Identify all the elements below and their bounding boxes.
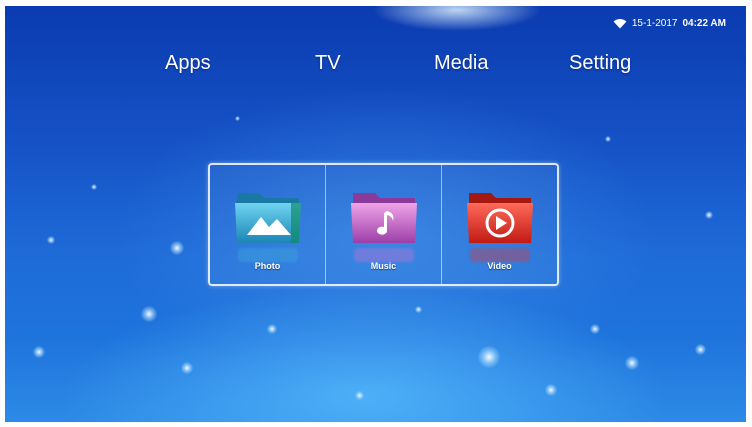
background-sparkle bbox=[605, 136, 611, 142]
background-sparkle bbox=[33, 346, 45, 358]
icon-reflection bbox=[469, 248, 530, 262]
media-tile-photo[interactable]: Photo bbox=[210, 165, 325, 284]
music-folder-icon bbox=[350, 193, 417, 243]
background-sparkle bbox=[141, 306, 157, 322]
video-folder-icon bbox=[466, 193, 533, 243]
media-tile-label: Music bbox=[370, 261, 397, 271]
top-nav: Apps TV Media Setting bbox=[5, 52, 746, 82]
media-tile-label: Photo bbox=[254, 261, 281, 271]
background-sparkle bbox=[267, 324, 277, 334]
background-sparkle bbox=[91, 184, 97, 190]
photo-folder-icon bbox=[234, 193, 301, 243]
media-tile-music[interactable]: Music bbox=[325, 165, 441, 284]
background-sparkle bbox=[478, 346, 500, 368]
wifi-icon bbox=[613, 18, 627, 28]
nav-item-apps[interactable]: Apps bbox=[165, 52, 211, 75]
background-sparkle bbox=[590, 324, 600, 334]
icon-reflection bbox=[237, 248, 298, 262]
media-tile-label: Video bbox=[487, 261, 512, 271]
background-sparkle bbox=[705, 211, 713, 219]
nav-item-setting[interactable]: Setting bbox=[569, 52, 631, 75]
status-time: 04:22 AM bbox=[682, 18, 726, 29]
background-sparkle bbox=[545, 384, 557, 396]
status-bar: 15-1-2017 04:22 AM bbox=[613, 18, 726, 29]
status-date: 15-1-2017 bbox=[631, 18, 678, 29]
background-sparkle bbox=[355, 391, 364, 400]
background-sparkle bbox=[415, 306, 422, 313]
nav-item-tv[interactable]: TV bbox=[315, 52, 341, 75]
media-tile-panel: Photo Music Video bbox=[208, 163, 559, 286]
background-sparkle bbox=[625, 356, 639, 370]
background-sparkle bbox=[181, 362, 193, 374]
icon-reflection bbox=[353, 248, 414, 262]
background-sparkle bbox=[170, 241, 184, 255]
media-tile-video[interactable]: Video bbox=[441, 165, 557, 284]
nav-item-media[interactable]: Media bbox=[434, 52, 488, 75]
background-sparkle bbox=[47, 236, 55, 244]
background-sparkle bbox=[235, 116, 240, 121]
background-sparkle bbox=[695, 344, 706, 355]
tv-home-screen: 15-1-2017 04:22 AM Apps TV Media Setting bbox=[5, 6, 746, 422]
